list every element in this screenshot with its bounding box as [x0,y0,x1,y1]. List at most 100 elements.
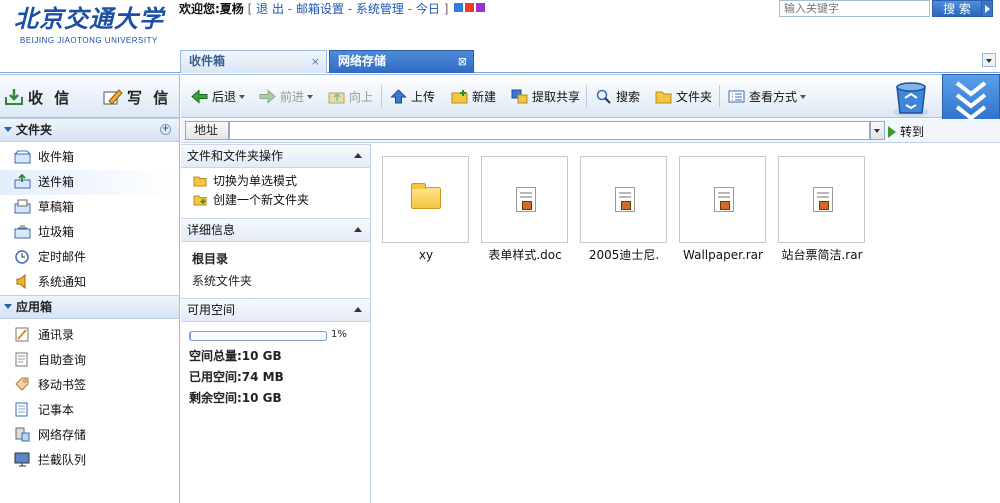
file-thumbnail[interactable] [481,156,568,243]
ops-panel-header[interactable]: 文件和文件夹操作 [181,144,370,168]
apps-title: 应用箱 [16,300,53,314]
chevron-up-icon[interactable] [354,153,362,158]
sidebar-item-self-query[interactable]: 自助查询 [0,348,179,373]
sidebar-item-label: 定时邮件 [38,250,87,264]
sidebar-item-label: 网络存储 [38,428,87,442]
sidebar-item-label: 垃圾箱 [38,225,75,239]
search-button-toolbar[interactable]: 搜索 [595,88,640,105]
document-icon [714,187,734,212]
file-thumbnail[interactable] [382,156,469,243]
up-button[interactable]: 向上 [328,88,373,105]
upload-button[interactable]: 上传 [390,88,435,105]
tab-inbox[interactable]: 收件箱 × [180,50,327,73]
file-thumbnail[interactable] [679,156,766,243]
chevron-down-icon[interactable] [870,121,885,140]
file-item[interactable]: Wallpaper.rar [679,156,766,267]
sidebar-item-notepad[interactable]: 记事本 [0,398,179,423]
file-thumbnail[interactable] [778,156,865,243]
logout-link[interactable]: 退 出 [256,2,284,16]
detail-panel-header[interactable]: 详细信息 [181,218,370,242]
file-name: 站台票简洁.rar [781,248,863,262]
address-book-icon [14,326,31,342]
sidebar-item-network-storage[interactable]: 网络存储 [0,423,179,448]
fetch-share-button[interactable]: 提取共享 [511,88,580,105]
new-button[interactable]: 新建 [451,88,496,105]
file-item[interactable]: 2005迪士尼. [580,156,667,267]
address-bar: 地址 转到 [181,119,1000,143]
sidebar-item-block-queue[interactable]: 拦截队列 [0,448,179,473]
fetch-share-label: 提取共享 [532,90,581,104]
quota-fill [190,332,192,340]
space-panel-header[interactable]: 可用空间 [181,298,370,322]
tab-network-storage[interactable]: 网络存储 ⊠ [329,50,474,73]
folder-item[interactable]: xy [382,156,469,267]
file-name: 表单样式.doc [488,248,562,262]
sidebar: 收 信 写 信 文件夹 + 收件箱 送件箱 草稿箱 垃圾箱 定时邮件 系统通知 [0,74,180,503]
university-logo[interactable]: 北京交通大学 BEIJING JIAOTONG UNIVERSITY [14,4,164,52]
add-folder-icon[interactable]: + [160,124,171,135]
sidebar-item-system-notice[interactable]: 系统通知 [0,270,179,295]
sidebar-item-address-book[interactable]: 通讯录 [0,323,179,348]
share-icon [511,89,528,104]
back-arrow-icon [191,89,208,104]
search-arrow-icon[interactable] [981,0,993,17]
mail-settings-link[interactable]: 邮箱设置 [296,2,344,16]
file-name: xy [418,248,434,262]
file-name: Wallpaper.rar [683,248,763,262]
today-link[interactable]: 今日 [416,2,440,16]
chevron-up-icon[interactable] [354,227,362,232]
sidebar-item-mobile-bookmark[interactable]: 移动书签 [0,373,179,398]
write-mail-button[interactable]: 写 信 [103,87,171,108]
tab-label: 收件箱 [189,54,226,68]
chevron-down-icon[interactable] [982,53,996,67]
folders-section-header[interactable]: 文件夹 + [0,118,179,142]
quota-bar [189,331,327,341]
system-admin-link[interactable]: 系统管理 [356,2,404,16]
recycle-bin-icon[interactable] [888,78,934,118]
back-button[interactable]: 后退 [191,88,246,105]
close-icon[interactable]: × [311,51,320,72]
folder-button[interactable]: 文件夹 [655,88,712,105]
search-button[interactable]: 搜 索 [932,0,982,17]
sidebar-item-outbox[interactable]: 送件箱 [0,170,179,195]
chevron-up-icon[interactable] [354,307,362,312]
chevron-down-icon [239,95,246,99]
file-thumbnail[interactable] [580,156,667,243]
apps-section-header[interactable]: 应用箱 [0,295,179,319]
toggle-single-select-link[interactable]: 切换为单选模式 [193,172,364,191]
create-folder-link[interactable]: 创建一个新文件夹 [193,191,364,210]
file-item[interactable]: 站台票简洁.rar [778,156,865,267]
search-input[interactable] [779,0,930,17]
address-input[interactable] [229,121,870,140]
search-icon [595,89,612,104]
view-mode-button[interactable]: 查看方式 [728,88,807,105]
tab-label: 网络存储 [338,54,387,68]
document-icon [813,187,833,212]
sidebar-item-inbox[interactable]: 收件箱 [0,145,179,170]
document-icon [516,187,536,212]
theme-blue-square-icon[interactable] [454,3,464,12]
clock-icon [14,248,31,264]
sidebar-item-drafts[interactable]: 草稿箱 [0,195,179,220]
speaker-icon [14,273,31,290]
close-icon[interactable]: ⊠ [458,51,467,72]
chevron-down-icon [4,127,12,132]
file-name: 2005迪士尼. [588,248,660,262]
theme-purple-square-icon[interactable] [476,3,486,12]
sidebar-item-label: 收件箱 [38,150,75,164]
receive-mail-button[interactable]: 收 信 [4,87,72,108]
forward-arrow-icon [259,89,276,104]
back-label: 后退 [212,90,237,104]
go-button[interactable]: 转到 [888,123,924,140]
sidebar-item-label: 草稿箱 [38,200,75,214]
forward-button[interactable]: 前进 [259,88,314,105]
folder-icon [655,89,672,104]
sidebar-item-scheduled[interactable]: 定时邮件 [0,245,179,270]
file-item[interactable]: 表单样式.doc [481,156,568,267]
document-icon [615,187,635,212]
space-used: 已用空间:74 MB [189,370,284,384]
theme-red-square-icon[interactable] [465,3,475,12]
info-pane: 文件和文件夹操作 切换为单选模式 创建一个新文件夹 详细信息 根目录 系统文件夹… [181,144,371,469]
chevron-down-icon [800,95,807,99]
sidebar-item-trash[interactable]: 垃圾箱 [0,220,179,245]
